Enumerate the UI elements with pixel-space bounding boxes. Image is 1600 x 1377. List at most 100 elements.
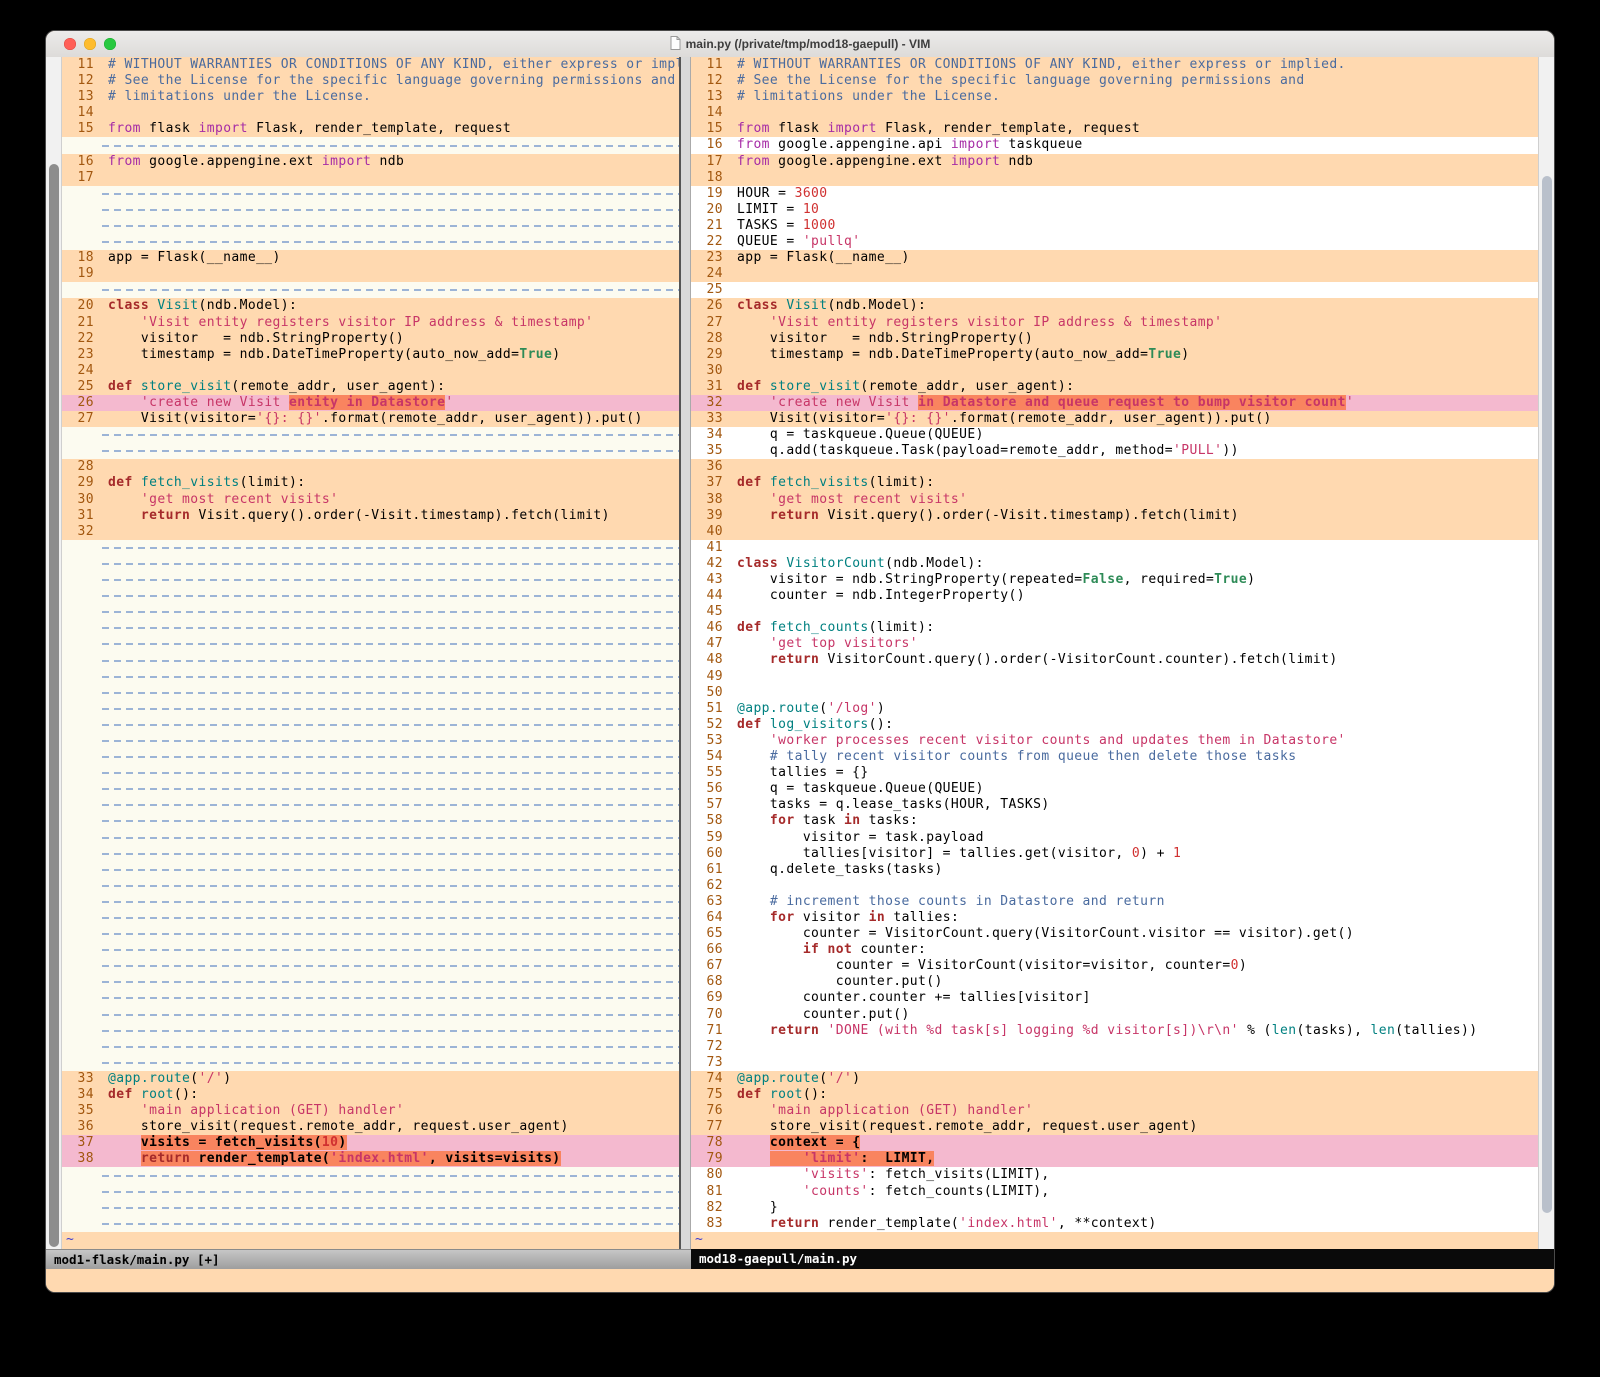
- filler-line[interactable]: [62, 572, 679, 588]
- code-line[interactable]: 36 store_visit(request.remote_addr, requ…: [62, 1119, 679, 1135]
- tilde-line[interactable]: ~: [691, 1232, 1538, 1248]
- code-line[interactable]: 51@app.route('/log'): [691, 701, 1538, 717]
- left-code-area[interactable]: 11# WITHOUT WARRANTIES OR CONDITIONS OF …: [62, 57, 679, 1249]
- filler-line[interactable]: [62, 137, 679, 153]
- code-line[interactable]: 17: [62, 170, 679, 186]
- filler-line[interactable]: [62, 797, 679, 813]
- filler-line[interactable]: [62, 1167, 679, 1183]
- code-line[interactable]: 48 return VisitorCount.query().order(-Vi…: [691, 652, 1538, 668]
- code-line[interactable]: 41: [691, 540, 1538, 556]
- code-line[interactable]: 64 for visitor in tallies:: [691, 910, 1538, 926]
- filler-line[interactable]: [62, 636, 679, 652]
- code-line[interactable]: 25def store_visit(remote_addr, user_agen…: [62, 379, 679, 395]
- code-line[interactable]: 34def root():: [62, 1087, 679, 1103]
- tilde-line[interactable]: ~: [62, 1232, 679, 1248]
- statusline-right[interactable]: mod18-gaepull/main.py: [691, 1249, 1554, 1269]
- code-line[interactable]: 16from google.appengine.ext import ndb: [62, 154, 679, 170]
- code-line[interactable]: 66 if not counter:: [691, 942, 1538, 958]
- code-line[interactable]: 14: [62, 105, 679, 121]
- code-line[interactable]: 47 'get top visitors': [691, 636, 1538, 652]
- code-line[interactable]: 52def log_visitors():: [691, 717, 1538, 733]
- code-line[interactable]: 28 visitor = ndb.StringProperty(): [691, 331, 1538, 347]
- right-code-area[interactable]: 11# WITHOUT WARRANTIES OR CONDITIONS OF …: [691, 57, 1538, 1249]
- code-line[interactable]: 29 timestamp = ndb.DateTimeProperty(auto…: [691, 347, 1538, 363]
- code-line[interactable]: 24: [62, 363, 679, 379]
- code-line[interactable]: 42class VisitorCount(ndb.Model):: [691, 556, 1538, 572]
- filler-line[interactable]: [62, 990, 679, 1006]
- code-line[interactable]: 38 'get most recent visits': [691, 492, 1538, 508]
- code-line[interactable]: 32 'create new Visit in Datastore and qu…: [691, 395, 1538, 411]
- code-line[interactable]: 17from google.appengine.ext import ndb: [691, 154, 1538, 170]
- filler-line[interactable]: [62, 813, 679, 829]
- code-line[interactable]: 63 # increment those counts in Datastore…: [691, 894, 1538, 910]
- filler-line[interactable]: [62, 1007, 679, 1023]
- code-line[interactable]: 22QUEUE = 'pullq': [691, 234, 1538, 250]
- code-line[interactable]: 25: [691, 282, 1538, 298]
- code-line[interactable]: 24: [691, 266, 1538, 282]
- code-line[interactable]: 70 counter.put(): [691, 1007, 1538, 1023]
- code-line[interactable]: 23 timestamp = ndb.DateTimeProperty(auto…: [62, 347, 679, 363]
- code-line[interactable]: 16from google.appengine.api import taskq…: [691, 137, 1538, 153]
- code-line[interactable]: 72: [691, 1039, 1538, 1055]
- filler-line[interactable]: [62, 588, 679, 604]
- filler-line[interactable]: [62, 540, 679, 556]
- code-line[interactable]: 73: [691, 1055, 1538, 1071]
- code-line[interactable]: 54 # tally recent visitor counts from qu…: [691, 749, 1538, 765]
- code-line[interactable]: 59 visitor = task.payload: [691, 830, 1538, 846]
- filler-line[interactable]: [62, 910, 679, 926]
- code-line[interactable]: 67 counter = VisitorCount(visitor=visito…: [691, 958, 1538, 974]
- code-line[interactable]: 55 tallies = {}: [691, 765, 1538, 781]
- filler-line[interactable]: [62, 427, 679, 443]
- code-line[interactable]: 30 'get most recent visits': [62, 492, 679, 508]
- code-line[interactable]: 38 return render_template('index.html', …: [62, 1151, 679, 1167]
- filler-line[interactable]: [62, 652, 679, 668]
- filler-line[interactable]: [62, 685, 679, 701]
- filler-line[interactable]: [62, 604, 679, 620]
- code-line[interactable]: 18: [691, 170, 1538, 186]
- code-line[interactable]: 82 }: [691, 1200, 1538, 1216]
- code-line[interactable]: 19: [62, 266, 679, 282]
- code-line[interactable]: 26 'create new Visit entity in Datastore…: [62, 395, 679, 411]
- code-line[interactable]: 14: [691, 105, 1538, 121]
- code-line[interactable]: 78 context = {: [691, 1135, 1538, 1151]
- filler-line[interactable]: [62, 846, 679, 862]
- code-line[interactable]: 35 'main application (GET) handler': [62, 1103, 679, 1119]
- filler-line[interactable]: [62, 620, 679, 636]
- code-line[interactable]: 15from flask import Flask, render_templa…: [691, 121, 1538, 137]
- filler-line[interactable]: [62, 1184, 679, 1200]
- code-line[interactable]: 15from flask import Flask, render_templa…: [62, 121, 679, 137]
- filler-line[interactable]: [62, 1039, 679, 1055]
- filler-line[interactable]: [62, 701, 679, 717]
- filler-line[interactable]: [62, 926, 679, 942]
- command-line[interactable]: [46, 1269, 1554, 1292]
- code-line[interactable]: 27 'Visit entity registers visitor IP ad…: [691, 315, 1538, 331]
- filler-line[interactable]: [62, 1200, 679, 1216]
- filler-line[interactable]: [62, 218, 679, 234]
- close-button[interactable]: [64, 38, 76, 50]
- code-line[interactable]: 21 'Visit entity registers visitor IP ad…: [62, 315, 679, 331]
- code-line[interactable]: 83 return render_template('index.html', …: [691, 1216, 1538, 1232]
- filler-line[interactable]: [62, 974, 679, 990]
- filler-line[interactable]: [62, 282, 679, 298]
- code-line[interactable]: 49: [691, 669, 1538, 685]
- filler-line[interactable]: [62, 669, 679, 685]
- filler-line[interactable]: [62, 556, 679, 572]
- right-scrollbar-thumb[interactable]: [1542, 176, 1552, 1213]
- code-line[interactable]: 62: [691, 878, 1538, 894]
- code-line[interactable]: 37def fetch_visits(limit):: [691, 475, 1538, 491]
- code-line[interactable]: 30: [691, 363, 1538, 379]
- code-line[interactable]: 37 visits = fetch_visits(10): [62, 1135, 679, 1151]
- filler-line[interactable]: [62, 1216, 679, 1232]
- code-line[interactable]: 33 Visit(visitor='{}: {}'.format(remote_…: [691, 411, 1538, 427]
- filler-line[interactable]: [62, 443, 679, 459]
- code-line[interactable]: 12# See the License for the specific lan…: [691, 73, 1538, 89]
- code-line[interactable]: 76 'main application (GET) handler': [691, 1103, 1538, 1119]
- code-line[interactable]: 26class Visit(ndb.Model):: [691, 298, 1538, 314]
- filler-line[interactable]: [62, 781, 679, 797]
- code-line[interactable]: 13# limitations under the License.: [62, 89, 679, 105]
- code-line[interactable]: 45: [691, 604, 1538, 620]
- code-line[interactable]: 71 return 'DONE (with %d task[s] logging…: [691, 1023, 1538, 1039]
- filler-line[interactable]: [62, 234, 679, 250]
- filler-line[interactable]: [62, 733, 679, 749]
- code-line[interactable]: 22 visitor = ndb.StringProperty(): [62, 331, 679, 347]
